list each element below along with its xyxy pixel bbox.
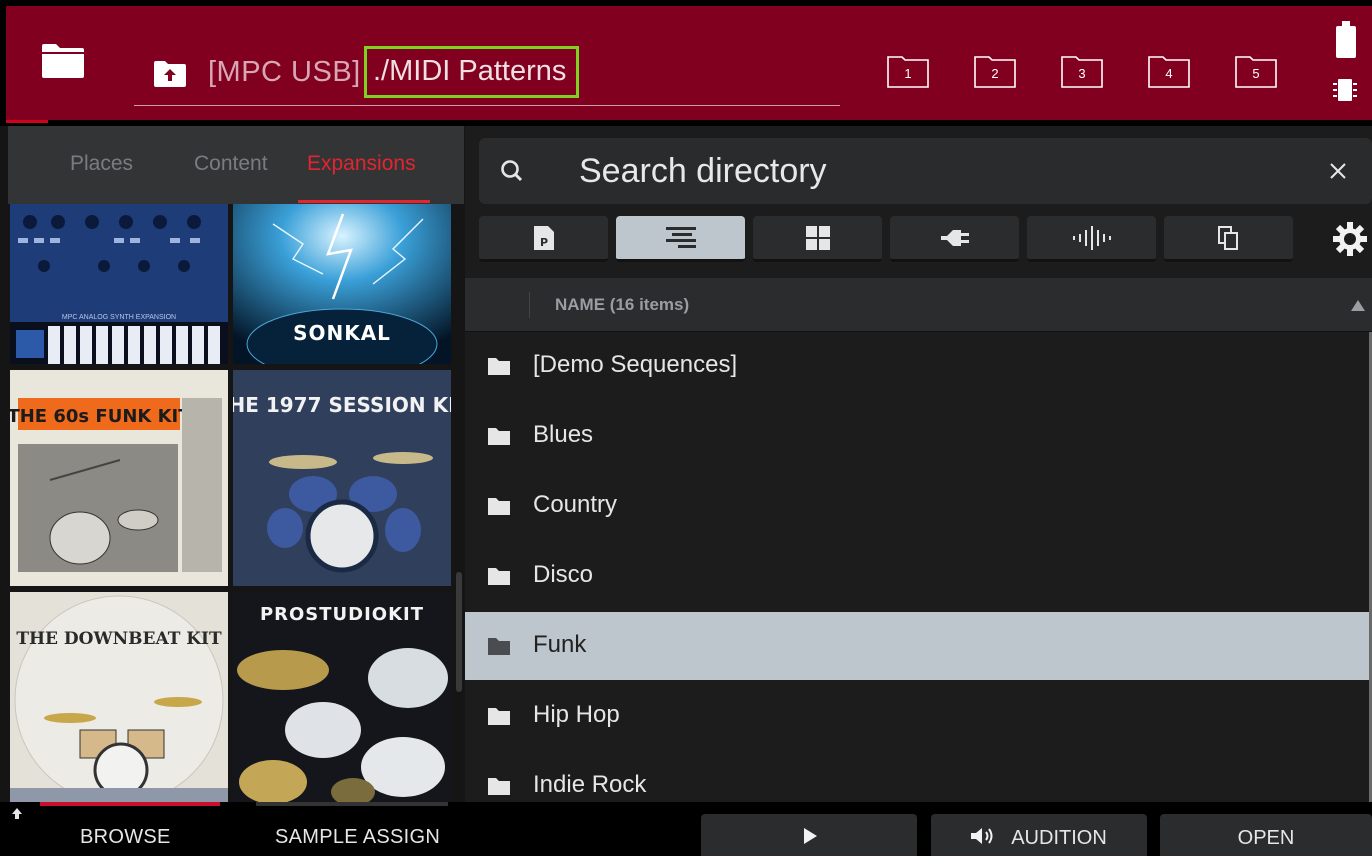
- expansion-tile[interactable]: PROSTUDIOKIT: [233, 592, 451, 802]
- header-progress: [6, 120, 48, 123]
- list-view-icon: [665, 226, 696, 248]
- filter-grid-view-button[interactable]: [753, 216, 882, 262]
- folder-icon[interactable]: [40, 42, 86, 84]
- folder-icon: [488, 638, 510, 655]
- left-panel: Places Content Expansions MPC ANALOG SYN…: [0, 126, 465, 802]
- folder-icon: [488, 568, 510, 585]
- location-4-button[interactable]: 4: [1147, 54, 1191, 88]
- play-icon: [804, 828, 817, 844]
- header-bar: [MPC USB] ./MIDI Patterns 1 2 3 4 5: [0, 0, 1372, 126]
- search-bar: [479, 138, 1372, 204]
- folder-icon: [488, 498, 510, 515]
- expansion-tile-title: THE 1977 SESSION KIT: [233, 393, 451, 417]
- audio-icon: [1072, 225, 1111, 250]
- path-current-directory[interactable]: ./MIDI Patterns: [364, 46, 580, 98]
- location-1-label: 1: [904, 66, 912, 81]
- file-list: [Demo Sequences] Blues Country Disco Fun…: [465, 332, 1372, 802]
- svg-text:P: P: [539, 236, 547, 249]
- expansion-tile-title: SONKAL: [293, 321, 391, 345]
- tab-active-underline: [298, 200, 430, 203]
- folder-icon: [488, 708, 510, 725]
- sample-assign-indicator: [256, 802, 448, 806]
- list-item-label: Disco: [533, 561, 594, 588]
- browse-button[interactable]: BROWSE: [80, 826, 171, 849]
- search-input[interactable]: [579, 148, 1279, 194]
- filter-audio-button[interactable]: [1027, 216, 1156, 262]
- location-3-button[interactable]: 3: [1060, 54, 1104, 88]
- folder-icon: [488, 428, 510, 445]
- header-inner: [MPC USB] ./MIDI Patterns 1 2 3 4 5: [6, 6, 1372, 120]
- location-1-button[interactable]: 1: [886, 54, 930, 88]
- expansion-tile[interactable]: THE 60s FUNK KIT: [10, 370, 228, 586]
- filter-copy-button[interactable]: [1164, 216, 1293, 262]
- audition-button[interactable]: AUDITION: [931, 814, 1147, 856]
- program-icon: P: [533, 225, 554, 250]
- expansion-tile-title: THE DOWNBEAT KIT: [16, 629, 222, 649]
- folder-icon: [488, 358, 510, 375]
- right-panel: P NAME (16 items) [Demo Sequences]: [465, 126, 1372, 802]
- shift-arrow-icon: [10, 806, 24, 825]
- copy-icon: [1217, 225, 1238, 250]
- expansion-tile[interactable]: THE DOWNBEAT KIT: [10, 592, 228, 802]
- battery-icon: [1336, 21, 1356, 58]
- list-item[interactable]: Disco: [465, 542, 1369, 610]
- sample-assign-button[interactable]: SAMPLE ASSIGN: [275, 826, 440, 849]
- expansion-scrollbar[interactable]: [456, 572, 462, 692]
- location-2-label: 2: [991, 66, 999, 81]
- tab-expansions[interactable]: Expansions: [307, 152, 416, 176]
- list-item-label: Blues: [533, 421, 594, 448]
- filter-plugin-button[interactable]: [890, 216, 1019, 262]
- location-4-label: 4: [1165, 66, 1173, 81]
- folder-up-icon[interactable]: [152, 60, 188, 92]
- list-item[interactable]: Blues: [465, 402, 1369, 470]
- list-item[interactable]: [Demo Sequences]: [465, 332, 1369, 400]
- list-item-label: Funk: [533, 631, 587, 658]
- grid-view-icon: [805, 225, 830, 250]
- location-3-label: 3: [1078, 66, 1086, 81]
- path-drive: [MPC USB]: [208, 56, 361, 88]
- search-icon: [499, 158, 527, 190]
- play-button[interactable]: [701, 814, 917, 856]
- location-2-button[interactable]: 2: [973, 54, 1017, 88]
- tab-content[interactable]: Content: [194, 152, 268, 176]
- sort-ascending-icon[interactable]: [1351, 300, 1365, 311]
- gear-icon[interactable]: [1333, 222, 1367, 260]
- list-item-selected[interactable]: Funk: [465, 612, 1369, 680]
- audition-label: AUDITION: [1011, 827, 1107, 849]
- list-item-label: [Demo Sequences]: [533, 351, 738, 378]
- list-item[interactable]: Indie Rock: [465, 752, 1369, 802]
- expansion-tile[interactable]: THE 1977 SESSION KIT: [233, 370, 451, 586]
- open-label: OPEN: [1237, 827, 1295, 849]
- plugin-icon: [940, 229, 969, 246]
- browse-active-indicator: [40, 802, 220, 806]
- expansion-tile-title: MPC ANALOG SYNTH EXPANSION: [62, 314, 176, 321]
- storage-chip-icon: [1331, 76, 1359, 108]
- filter-bar: P: [479, 216, 1372, 266]
- bottom-bar: BROWSE SAMPLE ASSIGN AUDITION OPEN: [0, 802, 1372, 856]
- list-item[interactable]: Country: [465, 472, 1369, 540]
- path-bar[interactable]: [MPC USB] ./MIDI Patterns: [134, 44, 840, 106]
- expansion-tile-title: PROSTUDIOKIT: [260, 604, 424, 625]
- close-icon[interactable]: [1325, 158, 1351, 184]
- list-item-label: Indie Rock: [533, 771, 647, 798]
- browser-tabs: Places Content Expansions: [8, 126, 464, 204]
- folder-icon: [488, 778, 510, 795]
- column-name-label: NAME (16 items): [555, 295, 690, 314]
- list-column-header[interactable]: NAME (16 items): [465, 278, 1372, 332]
- list-item-label: Hip Hop: [533, 701, 620, 728]
- tab-places[interactable]: Places: [70, 152, 133, 176]
- list-item[interactable]: Hip Hop: [465, 682, 1369, 750]
- filter-list-view-button[interactable]: [616, 216, 745, 262]
- filter-program-button[interactable]: P: [479, 216, 608, 262]
- column-separator: [529, 292, 530, 318]
- location-5-button[interactable]: 5: [1234, 54, 1278, 88]
- open-button[interactable]: OPEN: [1160, 814, 1372, 856]
- list-item-label: Country: [533, 491, 618, 518]
- location-5-label: 5: [1252, 66, 1260, 81]
- expansion-tile-title: THE 60s FUNK KIT: [10, 406, 191, 427]
